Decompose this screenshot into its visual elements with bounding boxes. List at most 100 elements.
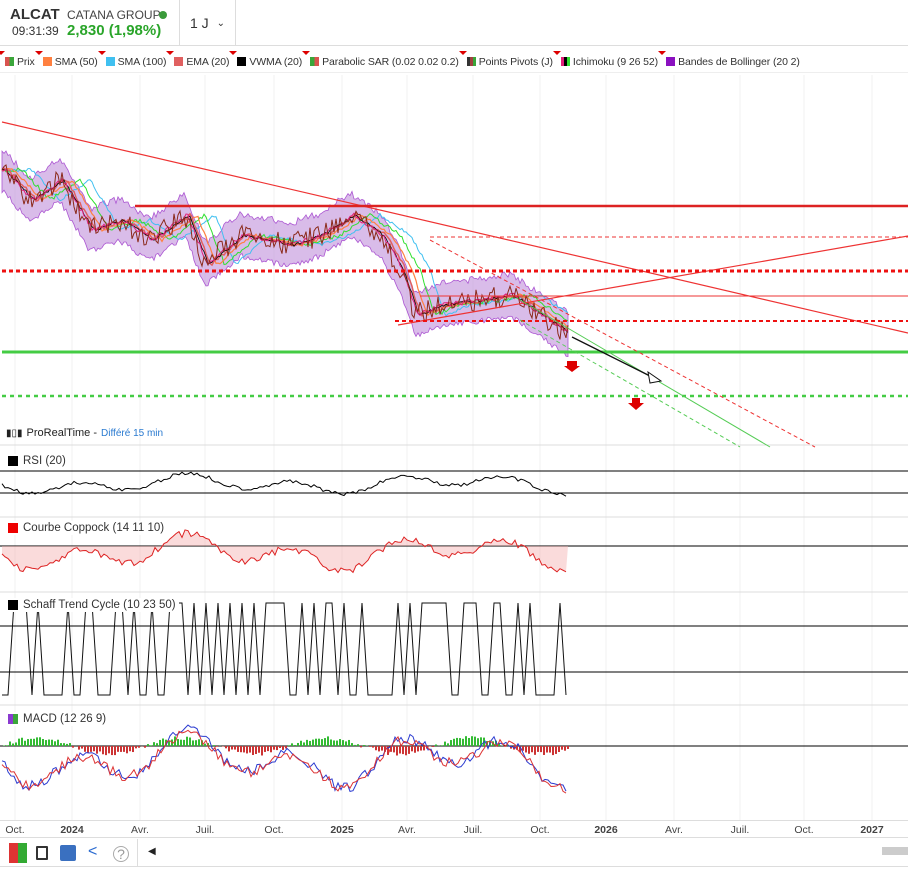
macd-histogram-bar xyxy=(279,746,281,748)
macd-histogram-bar xyxy=(405,746,407,756)
macd-histogram-bar xyxy=(327,736,329,746)
macd-histogram-bar xyxy=(372,746,374,748)
macd-histogram-bar xyxy=(42,738,44,746)
macd-histogram-bar xyxy=(414,746,416,753)
macd-histogram-bar xyxy=(45,740,47,746)
panel-title: Courbe Coppock (14 11 10) xyxy=(23,522,165,534)
macd-histogram-bar xyxy=(231,746,233,750)
macd-histogram-bar xyxy=(474,736,476,746)
macd-histogram-bar xyxy=(102,746,104,755)
scroll-left-icon[interactable]: ◀ xyxy=(148,846,166,866)
layouts-icon[interactable] xyxy=(60,845,76,861)
macd-histogram-bar xyxy=(54,741,56,746)
macd-histogram-bar xyxy=(123,746,125,752)
macd-histogram-bar xyxy=(378,746,380,752)
macd-histogram-bar xyxy=(72,746,74,748)
macd-histogram-bar xyxy=(540,746,542,753)
macd-histogram-bar xyxy=(144,746,146,748)
x-tick-label: Avr. xyxy=(665,824,683,836)
macd-histogram-bar xyxy=(18,738,20,746)
macd-histogram-bar xyxy=(240,746,242,753)
x-tick-label: 2024 xyxy=(60,824,84,836)
share-icon[interactable]: < xyxy=(88,843,106,863)
macd-histogram-bar xyxy=(453,738,455,746)
chart-area[interactable] xyxy=(0,0,908,820)
macd-histogram-bar xyxy=(381,746,383,751)
macd-histogram-bar xyxy=(153,742,155,746)
panel-label-coppock[interactable]: Courbe Coppock (14 11 10) xyxy=(5,521,168,535)
macd-histogram-bar xyxy=(543,746,545,755)
x-tick-label: Oct. xyxy=(794,824,814,836)
macd-histogram-bar xyxy=(252,746,254,756)
macd-histogram-bar xyxy=(132,746,134,753)
macd-histogram-bar xyxy=(375,746,377,751)
macd-histogram-bar xyxy=(204,743,206,746)
delay-label: Différé 15 min xyxy=(101,427,164,439)
macd-histogram-bar xyxy=(84,746,86,752)
x-axis[interactable]: Oct. 2024 Avr. Juil. Oct. 2025 Avr. Juil. Oct. 20… xyxy=(0,820,908,838)
source-label: ▮▯▮ ProRealTime - Différé 15 min xyxy=(6,427,163,439)
macd-histogram-bar xyxy=(549,746,551,753)
macd-histogram-bar xyxy=(360,746,362,748)
macd-histogram-bar xyxy=(150,745,152,746)
macd-histogram-bar xyxy=(537,746,539,752)
macd-histogram-bar xyxy=(276,746,278,751)
macd-histogram-bar xyxy=(528,746,530,754)
channel-line xyxy=(519,319,741,448)
macd-histogram-bar xyxy=(477,738,479,746)
macd-histogram-bar xyxy=(261,746,263,756)
macd-histogram-bar xyxy=(465,736,467,746)
help-icon[interactable]: ? xyxy=(113,846,129,862)
macd-histogram-bar xyxy=(12,743,14,746)
sell-signal-icon xyxy=(564,361,580,372)
macd-histogram-bar xyxy=(435,744,437,746)
macd-histogram-bar xyxy=(300,740,302,746)
macd-histogram-bar xyxy=(564,746,566,751)
macd-histogram-bar xyxy=(567,746,569,749)
macd-histogram-bar xyxy=(36,737,38,746)
macd-histogram-bar xyxy=(321,739,323,746)
scrollbar[interactable] xyxy=(882,847,908,855)
trade-icon[interactable] xyxy=(9,843,27,863)
macd-histogram-bar xyxy=(363,745,365,746)
macd-histogram-bar xyxy=(318,738,320,746)
macd-histogram-bar xyxy=(27,739,29,746)
x-tick-label: Juil. xyxy=(730,824,750,836)
panel-title: MACD (12 26 9) xyxy=(23,713,107,725)
macd-histogram-bar xyxy=(105,746,107,756)
macd-histogram-bar xyxy=(147,744,149,746)
macd-histogram-bar xyxy=(561,746,563,750)
macd-histogram-bar xyxy=(333,740,335,746)
panel-label-macd[interactable]: MACD (12 26 9) xyxy=(5,712,110,726)
macd-histogram-bar xyxy=(558,746,560,753)
x-tick-label: Juil. xyxy=(463,824,483,836)
source-name: ProRealTime - xyxy=(26,427,98,439)
macd-histogram-bar xyxy=(3,745,5,746)
macd-histogram-bar xyxy=(192,740,194,746)
color-swatch xyxy=(8,523,18,533)
macd-histogram-bar xyxy=(111,746,113,756)
macd-histogram-bar xyxy=(195,740,197,746)
macd-histogram-bar xyxy=(234,746,236,750)
panel-label-schaff[interactable]: Schaff Trend Cycle (10 23 50) xyxy=(5,598,179,612)
macd-histogram-bar xyxy=(522,746,524,751)
macd-histogram-bar xyxy=(312,739,314,746)
macd-histogram-bar xyxy=(246,746,248,754)
macd-histogram-bar xyxy=(462,738,464,746)
save-icon[interactable] xyxy=(36,846,48,860)
candlestick-icon: ▮▯▮ xyxy=(6,427,23,439)
sell-signal-icon xyxy=(628,398,644,410)
macd-histogram-bar xyxy=(135,746,137,749)
macd-histogram-bar xyxy=(351,743,353,746)
panel-label-rsi[interactable]: RSI (20) xyxy=(5,454,69,468)
macd-histogram-bar xyxy=(264,746,266,752)
bottom-toolbar: < ? ◀ xyxy=(0,839,908,867)
macd-histogram-bar xyxy=(552,746,554,756)
macd-histogram-bar xyxy=(432,746,434,747)
macd-histogram-bar xyxy=(24,740,26,746)
macd-histogram-bar xyxy=(129,746,131,752)
macd-histogram-bar xyxy=(189,737,191,746)
macd-histogram-bar xyxy=(348,739,350,746)
arrow-head-icon xyxy=(647,370,663,384)
macd-histogram-bar xyxy=(471,736,473,746)
